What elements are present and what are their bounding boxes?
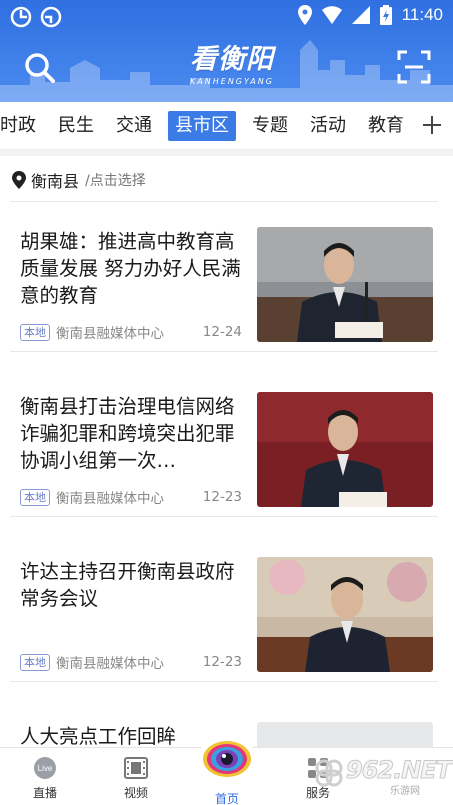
- news-thumbnail: [257, 557, 433, 672]
- status-time: 11:40: [401, 5, 443, 24]
- logo-subtitle: KANHENGYANG: [190, 77, 274, 86]
- location-pin-icon: [12, 171, 26, 189]
- svg-text:Live: Live: [38, 764, 53, 773]
- tab-politics[interactable]: 时政: [0, 111, 42, 141]
- app-notification-icon: [10, 6, 32, 28]
- news-item[interactable]: 许达主持召开衡南县政府常务会议 本地 衡南县融媒体中心 12-23: [10, 532, 438, 682]
- logo-title: 看衡阳: [190, 44, 274, 75]
- nav-live[interactable]: Live 直播: [15, 756, 75, 801]
- site-watermark: 962.NET 乐游网: [312, 750, 453, 797]
- tab-livelihood[interactable]: 民生: [52, 111, 100, 141]
- news-title: 胡果雄：推进高中教育高质量发展 努力办好人民满意的教育: [20, 230, 241, 307]
- news-thumbnail: [257, 392, 433, 507]
- search-icon: [25, 53, 55, 83]
- eye-logo-icon[interactable]: [198, 730, 256, 788]
- watermark-subtext: 乐游网: [390, 786, 420, 797]
- scan-button[interactable]: [397, 50, 431, 84]
- location-hint: /点击选择: [85, 173, 146, 189]
- divider: [10, 516, 438, 517]
- divider: [10, 681, 438, 682]
- news-title: 许达主持召开衡南县政府常务会议: [20, 560, 235, 610]
- news-meta: 本地 衡南县融媒体中心 12-23: [20, 652, 242, 672]
- location-selector[interactable]: 衡南县 /点击选择: [12, 166, 146, 194]
- nav-video[interactable]: 视频: [106, 756, 166, 801]
- scan-icon: [397, 50, 431, 84]
- news-date: 12-23: [202, 654, 242, 670]
- local-tag: 本地: [20, 488, 50, 506]
- news-thumbnail: [257, 227, 433, 342]
- news-date: 12-23: [202, 489, 242, 505]
- news-meta: 本地 衡南县融媒体中心 12-23: [20, 487, 242, 507]
- news-date: 12-24: [202, 324, 242, 340]
- app-logo: 看衡阳 KANHENGYANG: [172, 44, 292, 92]
- news-source: 衡南县融媒体中心: [56, 656, 164, 672]
- app-header: 11:40 看衡阳 KANHENGYANG: [0, 0, 453, 102]
- nav-home[interactable]: 首页: [197, 786, 257, 805]
- battery-icon: [379, 5, 392, 25]
- news-item[interactable]: 胡果雄：推进高中教育高质量发展 努力办好人民满意的教育 本地 衡南县融媒体中心 …: [10, 202, 438, 352]
- tabs-track: 时政 民生 交通 县市区 专题 活动 教育: [0, 111, 420, 141]
- watermark-text: 962.NET: [345, 756, 452, 785]
- live-icon: Live: [34, 757, 56, 779]
- news-item[interactable]: 衡南县打击治理电信网络诈骗犯罪和跨境突出犯罪协调小组第一次… 本地 衡南县融媒体…: [10, 367, 438, 517]
- nav-live-label: 直播: [32, 786, 57, 800]
- nav-home-label: 首页: [214, 792, 239, 805]
- app-notification-icon: [40, 6, 62, 28]
- category-tabs: 时政 民生 交通 县市区 专题 活动 教育: [0, 102, 453, 150]
- location-name: 衡南县: [31, 172, 80, 191]
- news-meta: 本地 衡南县融媒体中心 12-24: [20, 322, 242, 342]
- wifi-icon: [321, 6, 342, 24]
- search-button[interactable]: [22, 50, 58, 86]
- tab-special[interactable]: 专题: [246, 111, 294, 141]
- watermark-logo-icon: [315, 759, 343, 787]
- divider: [10, 351, 438, 352]
- tab-events[interactable]: 活动: [304, 111, 352, 141]
- tab-traffic[interactable]: 交通: [110, 111, 158, 141]
- nav-video-label: 视频: [123, 786, 148, 800]
- section-spacer: [0, 150, 453, 156]
- film-icon: [124, 757, 148, 779]
- news-title: 衡南县打击治理电信网络诈骗犯罪和跨境突出犯罪协调小组第一次…: [20, 395, 235, 472]
- news-source: 衡南县融媒体中心: [56, 326, 164, 342]
- news-source: 衡南县融媒体中心: [56, 491, 164, 507]
- status-bar: 11:40: [0, 0, 453, 34]
- local-tag: 本地: [20, 653, 50, 671]
- location-status-icon: [297, 5, 312, 25]
- plus-icon: [423, 116, 441, 134]
- add-tab-button[interactable]: [421, 114, 443, 136]
- tab-counties[interactable]: 县市区: [168, 111, 236, 141]
- local-tag: 本地: [20, 323, 50, 341]
- signal-icon: [351, 6, 370, 24]
